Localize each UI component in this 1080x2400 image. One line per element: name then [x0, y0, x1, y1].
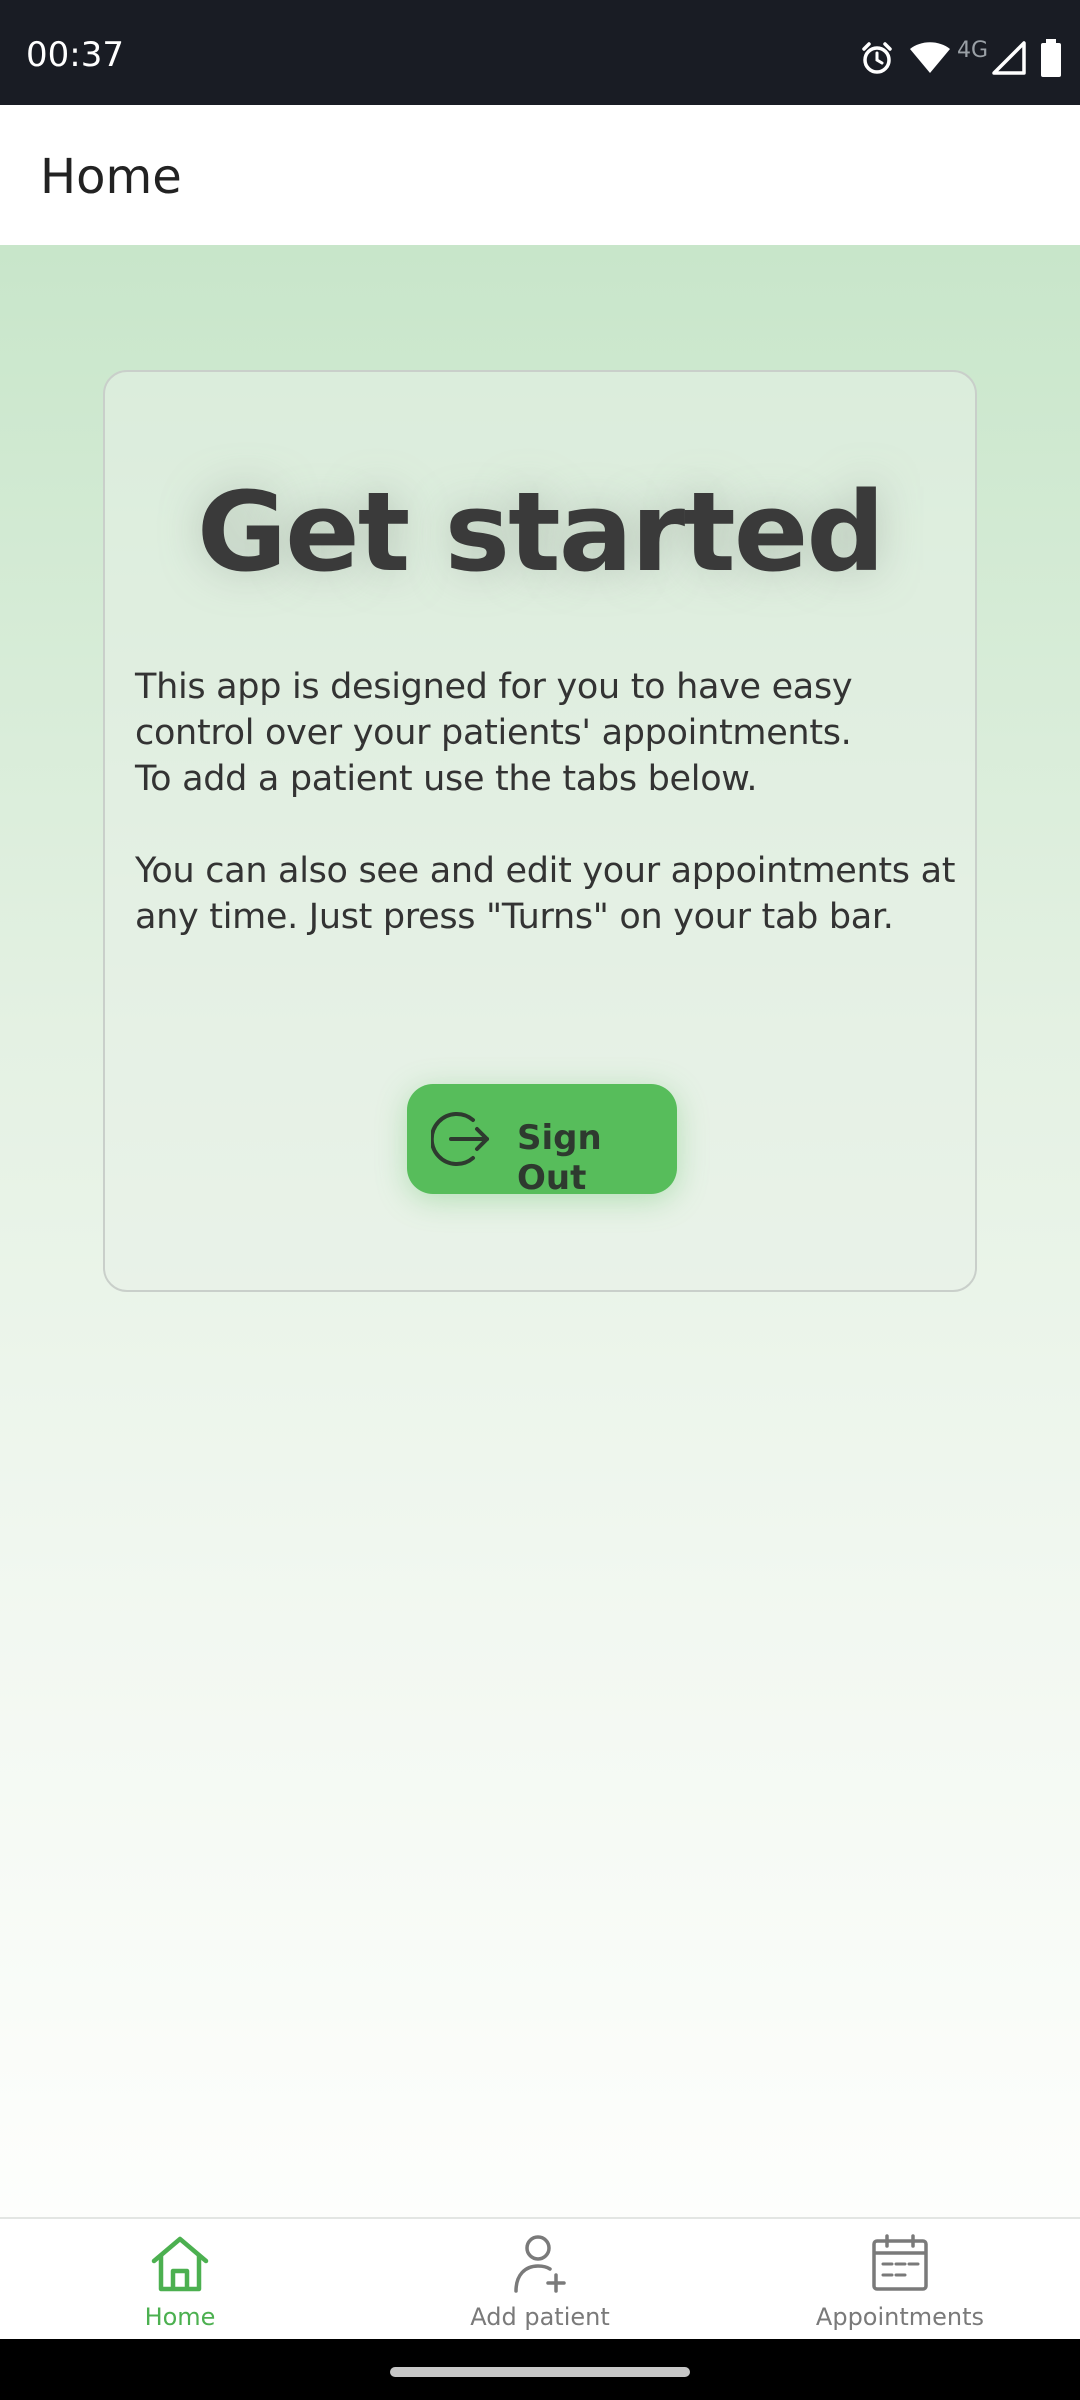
network-type-label: 4G	[956, 37, 988, 63]
tab-appointments[interactable]: Appointments	[720, 2219, 1080, 2341]
sign-out-button[interactable]: Sign Out	[407, 1084, 677, 1198]
status-bar: 00:37 4G	[0, 0, 1080, 105]
get-started-card: Get started This app is designed for you…	[103, 370, 977, 1292]
home-icon	[150, 2233, 210, 2293]
add-user-icon	[510, 2233, 570, 2293]
page-title: Home	[40, 149, 182, 205]
sign-out-label: Sign Out	[517, 1118, 602, 1198]
app-header: Home	[0, 105, 1080, 245]
tab-add-patient-label: Add patient	[470, 2303, 610, 2331]
status-time: 00:37	[26, 35, 124, 75]
wifi-icon	[909, 41, 951, 79]
calendar-icon	[870, 2233, 930, 2293]
bottom-tab-bar: Home Add patient Appointments	[0, 2217, 1080, 2339]
add-patient-paragraph: To add a patient use the tabs below.	[135, 759, 758, 799]
appointments-paragraph: You can also see and edit your appointme…	[135, 851, 956, 937]
status-icons: 4G	[845, 38, 1062, 82]
main-content: Get started This app is designed for you…	[0, 245, 1080, 2217]
tab-add-patient[interactable]: Add patient	[360, 2219, 720, 2341]
intro-paragraph: This app is designed for you to have eas…	[135, 667, 853, 753]
gesture-nav-area	[0, 2339, 1080, 2400]
gesture-handle[interactable]	[390, 2367, 690, 2377]
tab-home-label: Home	[144, 2303, 216, 2331]
sign-out-icon	[429, 1108, 493, 1170]
battery-icon	[1040, 39, 1062, 81]
cell-signal-icon	[992, 41, 1026, 79]
tab-appointments-label: Appointments	[815, 2303, 985, 2331]
tab-home[interactable]: Home	[0, 2219, 360, 2341]
alarm-icon	[859, 40, 895, 80]
card-title: Get started	[196, 468, 885, 596]
